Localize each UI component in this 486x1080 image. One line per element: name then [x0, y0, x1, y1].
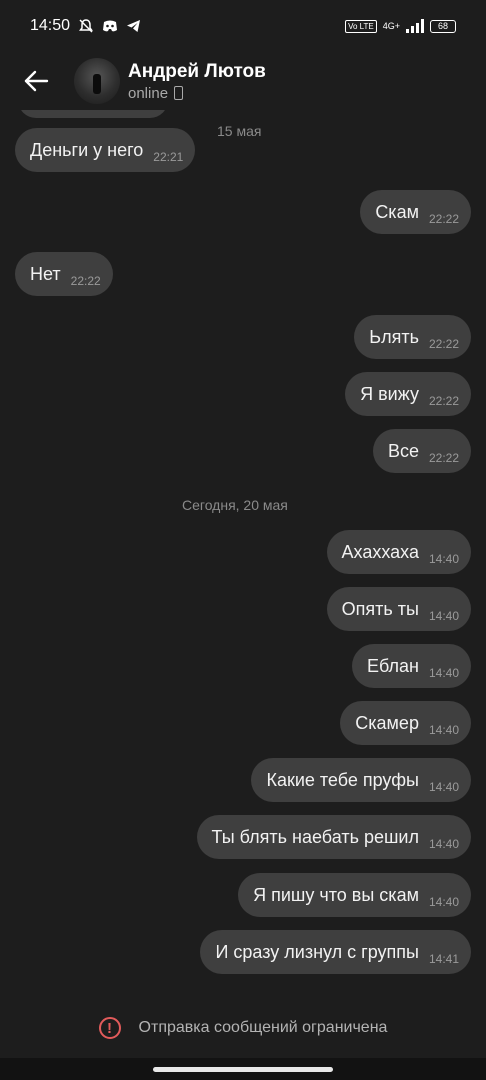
telegram-icon — [127, 20, 141, 32]
message-bubble[interactable]: Нет 22:22 — [15, 252, 113, 296]
message-text: Скам — [375, 201, 419, 222]
avatar[interactable] — [74, 58, 120, 104]
system-nav-bar — [0, 1058, 486, 1080]
mute-bell-icon — [79, 19, 94, 33]
home-gesture-handle[interactable] — [153, 1067, 333, 1072]
message-text: Ьлять — [369, 326, 419, 347]
message-time: 22:22 — [428, 337, 459, 351]
message-time: 14:40 — [428, 837, 459, 851]
message-time: 14:40 — [428, 552, 459, 566]
message-text: Ахаххаха — [341, 541, 419, 562]
message-list[interactable]: 15 мая Деньги у него 22:21 Скам 22:22 Не… — [0, 110, 486, 1000]
message-text: Опять ты — [341, 598, 419, 619]
warning-icon: ! — [98, 1017, 121, 1039]
message-text: Скамер — [355, 712, 419, 733]
message-bubble[interactable]: Деньги у него 22:21 — [15, 128, 196, 172]
message-bubble[interactable]: Ты блять наебать решил 14:40 — [196, 815, 471, 859]
message-time: 22:22 — [428, 394, 459, 408]
message-bubble[interactable]: Я вижу 22:22 — [345, 372, 471, 416]
message-bubble[interactable]: Какие тебе пруфы 14:40 — [251, 758, 471, 802]
message-text: Еблан — [367, 655, 419, 676]
message-bubble[interactable]: Скамер 14:40 — [340, 701, 471, 745]
status-bar: 14:50 Vo LTE 4G+ 68 — [0, 0, 486, 52]
date-separator: Сегодня, 20 мая — [182, 497, 288, 513]
message-bubble[interactable]: И сразу лизнул с группы 14:41 — [200, 930, 471, 974]
message-text: Какие тебе пруфы — [266, 769, 419, 790]
contact-status: online — [128, 85, 266, 102]
battery-level: 68 — [437, 21, 448, 31]
message-bubble[interactable]: Я пишу что вы скам 14:40 — [238, 873, 471, 917]
message-text: Деньги у него — [30, 139, 144, 160]
message-time: 22:22 — [70, 274, 101, 288]
message-time: 22:22 — [428, 212, 459, 226]
signal-icon — [406, 19, 424, 33]
message-bubble[interactable]: Опять ты 14:40 — [326, 587, 471, 631]
date-separator: 15 мая — [217, 123, 262, 139]
message-text: Я вижу — [360, 383, 419, 404]
phone-icon — [174, 86, 184, 100]
message-time: 14:40 — [428, 723, 459, 737]
status-text: online — [128, 84, 169, 102]
send-restricted-banner: ! Отправка сообщений ограничена — [0, 1006, 486, 1050]
contact-name: Андрей Лютов — [128, 60, 266, 82]
message-time: 14:40 — [428, 780, 459, 794]
restriction-text: Отправка сообщений ограничена — [138, 1019, 388, 1036]
message-bubble-partial[interactable] — [18, 110, 168, 118]
battery-icon: 68 — [430, 19, 456, 33]
message-text: И сразу лизнул с группы — [215, 941, 419, 962]
discord-icon — [103, 20, 118, 32]
message-bubble[interactable]: Ахаххаха 14:40 — [326, 530, 471, 574]
message-text: Я пишу что вы скам — [253, 884, 419, 905]
message-text: Ты блять наебать решил — [211, 826, 419, 847]
message-bubble[interactable]: Еблан 14:40 — [352, 644, 471, 688]
arrow-left-icon — [24, 70, 49, 92]
message-time: 14:40 — [428, 895, 459, 909]
message-bubble[interactable]: Скам 22:22 — [360, 190, 471, 234]
message-time: 14:40 — [428, 666, 459, 680]
network-type: 4G+ — [382, 20, 400, 31]
chat-header: Андрей Лютов online — [0, 52, 486, 110]
message-text: Все — [387, 440, 419, 461]
message-time: 14:40 — [428, 609, 459, 623]
message-bubble[interactable]: Все 22:22 — [372, 429, 471, 473]
message-time: 22:21 — [153, 150, 184, 164]
status-time: 14:50 — [30, 17, 71, 34]
message-time: 14:41 — [428, 952, 459, 966]
back-button[interactable] — [20, 65, 52, 97]
volte-badge: Vo LTE — [345, 19, 377, 33]
message-time: 22:22 — [428, 451, 459, 465]
contact-info[interactable]: Андрей Лютов online — [128, 61, 266, 102]
message-text: Нет — [30, 263, 61, 284]
message-bubble[interactable]: Ьлять 22:22 — [354, 315, 471, 359]
